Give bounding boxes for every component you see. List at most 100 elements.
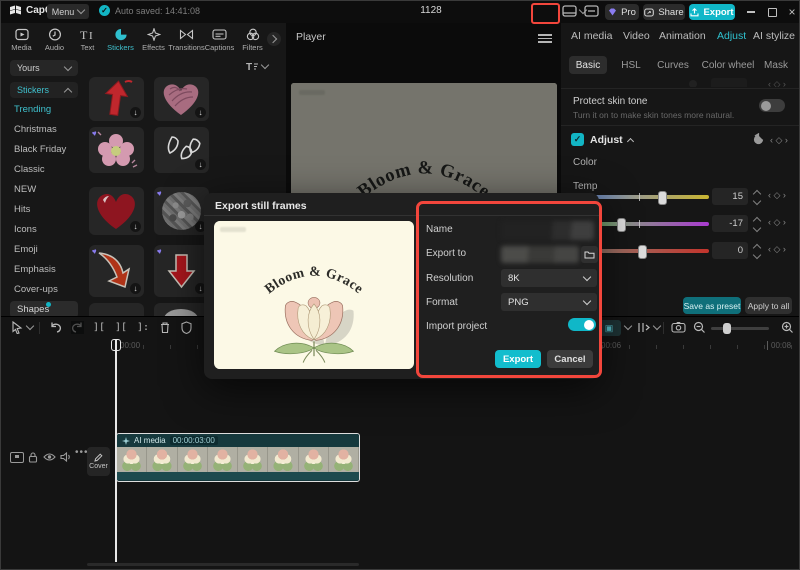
keyframe-nav-icons[interactable]: ‹ ◇ › (768, 217, 796, 228)
timeline-clip[interactable]: AI media 00:00:03:00 (116, 433, 360, 482)
download-icon[interactable]: ↓ (130, 283, 141, 294)
category-classic[interactable]: Classic (14, 164, 45, 175)
eye-icon[interactable] (43, 452, 56, 462)
category-emphasis[interactable]: Emphasis (14, 264, 56, 275)
timeline-scrollbar[interactable] (87, 563, 359, 566)
select-tool-icon[interactable] (11, 321, 23, 334)
tab-text[interactable]: TI Text (71, 23, 104, 56)
tint-slider-handle[interactable] (617, 218, 626, 232)
saturation-slider-handle[interactable] (638, 245, 647, 259)
select-tool-dropdown-icon[interactable] (26, 322, 34, 330)
zoom-in-icon[interactable] (781, 321, 794, 334)
tab-audio[interactable]: Audio (38, 23, 71, 56)
save-as-preset-button[interactable]: Save as preset (683, 297, 741, 314)
tab-effects[interactable]: Effects (137, 23, 170, 56)
sticker-tile[interactable] (89, 303, 144, 316)
chevron-down-icon[interactable] (624, 322, 632, 330)
share-button[interactable]: Share (643, 4, 685, 20)
timeline-zoom-handle[interactable] (723, 323, 731, 334)
undo-icon[interactable] (49, 321, 62, 334)
category-icons[interactable]: Icons (14, 224, 37, 235)
stickers-group-toggle[interactable]: Stickers (10, 82, 78, 98)
cover-button[interactable]: Cover (87, 447, 110, 476)
sticker-tile[interactable] (154, 303, 209, 316)
sticker-tile[interactable]: ♥ ↓ (89, 245, 144, 297)
adjust-checkbox[interactable]: ✓ (571, 133, 584, 146)
timeline-zoom-slider[interactable] (711, 327, 769, 330)
mask-shield-icon[interactable] (181, 321, 192, 334)
sticker-tile[interactable]: ↓ (89, 187, 144, 235)
pro-button[interactable]: Pro (605, 4, 639, 20)
subtab-mask[interactable]: Mask (759, 56, 793, 74)
main-track-icon[interactable] (10, 452, 24, 463)
tab-filters[interactable]: Filters (236, 23, 269, 56)
keyframe-nav-icons[interactable]: ‹ ◇ › (768, 190, 796, 201)
maximize-button[interactable] (764, 4, 780, 20)
tab-stickers[interactable]: Stickers (104, 23, 137, 56)
keyframe-nav-icons[interactable]: ‹ ◇ › (770, 135, 788, 146)
close-button[interactable]: × (784, 4, 800, 20)
adjust-section-label[interactable]: Adjust (590, 134, 633, 146)
tab-animation[interactable]: Animation (659, 30, 706, 42)
download-icon[interactable]: ↓ (130, 107, 141, 118)
player-menu-icon[interactable] (538, 32, 552, 45)
category-hits[interactable]: Hits (14, 204, 30, 215)
download-icon[interactable]: ↓ (130, 221, 141, 232)
temp-stepper[interactable] (752, 189, 762, 205)
export-button[interactable]: Export (689, 4, 735, 20)
category-cover-ups[interactable]: Cover-ups (14, 284, 58, 295)
saturation-stepper[interactable] (752, 243, 762, 259)
trash-icon[interactable] (159, 321, 171, 334)
subtab-color-wheel[interactable]: Color wheel (699, 56, 757, 74)
redo-icon[interactable] (71, 321, 84, 334)
subtab-hsl[interactable]: HSL (617, 56, 645, 74)
sticker-filter-button[interactable]: T (246, 61, 268, 71)
snapshot-icon[interactable] (671, 321, 686, 333)
lock-icon[interactable] (28, 452, 38, 463)
sticker-tile[interactable]: ↓ (154, 77, 209, 121)
protect-skin-tone-toggle[interactable] (759, 99, 785, 112)
more-tabs-button[interactable] (267, 32, 281, 46)
sticker-tile[interactable]: ↓ (89, 77, 144, 121)
apply-to-all-button[interactable]: Apply to all (745, 297, 792, 314)
category-emoji[interactable]: Emoji (14, 244, 38, 255)
subtab-basic[interactable]: Basic (569, 56, 607, 74)
temp-value[interactable]: 15 (712, 188, 748, 205)
minimize-button[interactable] (743, 4, 759, 20)
tab-adjust[interactable]: Adjust (717, 30, 746, 42)
reset-icon[interactable] (752, 133, 765, 146)
sticker-tile[interactable]: ♥ (89, 127, 144, 173)
tab-ai-stylize[interactable]: AI stylize (753, 30, 795, 42)
sticker-tile[interactable]: ♥ ↓ (154, 187, 209, 235)
tint-value[interactable]: -17 (712, 215, 748, 232)
zoom-out-icon[interactable] (693, 321, 706, 334)
tab-captions[interactable]: Captions (203, 23, 236, 56)
playhead-line[interactable] (115, 340, 117, 562)
chevron-down-icon[interactable] (653, 322, 661, 330)
yours-dropdown[interactable]: Yours (10, 60, 78, 76)
tint-stepper[interactable] (752, 216, 762, 232)
keyframe-nav-icons[interactable]: ‹ ◇ › (768, 244, 796, 255)
sticker-tile[interactable]: ↓ (154, 127, 209, 173)
player-layout-button[interactable] (562, 5, 586, 17)
sticker-tile[interactable]: ♥ ↓ (154, 245, 209, 297)
category-christmas[interactable]: Christmas (14, 124, 57, 135)
category-black-friday[interactable]: Black Friday (14, 144, 66, 155)
tab-ai-media[interactable]: AI media (571, 30, 612, 42)
split-view-icon[interactable] (637, 321, 651, 334)
saturation-value[interactable]: 0 (712, 242, 748, 259)
tab-media[interactable]: Media (5, 23, 38, 56)
category-new[interactable]: NEW (14, 184, 36, 195)
tab-transitions[interactable]: Transitions (170, 23, 203, 56)
mute-icon[interactable] (60, 452, 72, 462)
compact-layout-button[interactable] (584, 5, 599, 17)
subtab-curves[interactable]: Curves (653, 56, 693, 74)
delete-left-icon[interactable]: ][ (115, 322, 127, 333)
tab-video[interactable]: Video (623, 30, 650, 42)
category-trending[interactable]: Trending (14, 104, 51, 115)
temp-slider-handle[interactable] (658, 191, 667, 205)
split-icon[interactable]: ][ (93, 322, 105, 333)
download-icon[interactable]: ↓ (195, 159, 206, 170)
download-icon[interactable]: ↓ (195, 107, 206, 118)
delete-right-icon[interactable]: ]: (137, 322, 149, 333)
